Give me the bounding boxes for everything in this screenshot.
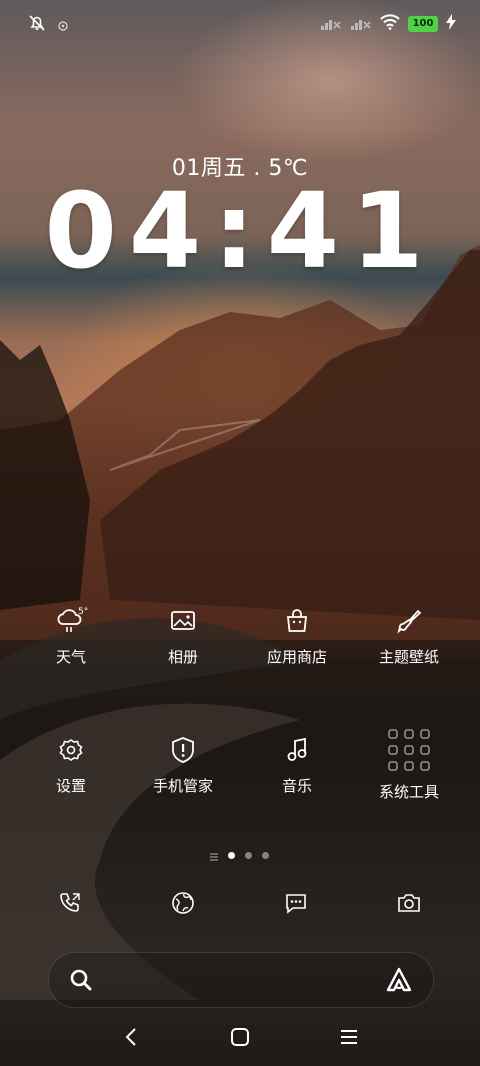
browser-icon[interactable] xyxy=(165,885,201,921)
gallery-icon xyxy=(166,604,200,638)
app-security[interactable]: 手机管家 xyxy=(128,733,238,796)
theme-brush-icon xyxy=(392,604,426,638)
phone-icon[interactable] xyxy=(52,885,88,921)
app-label: 音乐 xyxy=(281,777,312,795)
app-settings[interactable]: 设置 xyxy=(16,733,126,796)
app-system-tools-folder[interactable]: 系统工具 xyxy=(354,722,464,802)
small-status-icon xyxy=(58,16,68,35)
search-bar[interactable] xyxy=(48,952,434,1008)
system-tools-folder-icon xyxy=(381,722,437,778)
page-dot xyxy=(245,852,252,859)
app-gallery[interactable]: 相册 xyxy=(128,604,238,667)
wifi-icon xyxy=(380,14,400,34)
bell-off-icon xyxy=(28,14,46,36)
page-dot xyxy=(262,852,269,859)
weather-icon: 5° xyxy=(54,604,88,638)
music-note-icon xyxy=(280,733,314,767)
navigation-bar xyxy=(0,1022,480,1052)
page-list-icon xyxy=(210,846,218,865)
back-icon[interactable] xyxy=(122,1026,142,1052)
camera-icon[interactable] xyxy=(391,885,427,921)
security-shield-icon xyxy=(166,733,200,767)
app-themes[interactable]: 主题壁纸 xyxy=(354,604,464,667)
app-label: 应用商店 xyxy=(266,648,327,666)
app-label: 相册 xyxy=(167,648,198,666)
battery-icon: 100 xyxy=(408,16,438,32)
page-dot-active xyxy=(228,852,235,859)
app-music[interactable]: 音乐 xyxy=(242,733,352,796)
app-store[interactable]: 应用商店 xyxy=(242,604,352,667)
app-label: 天气 xyxy=(55,648,86,666)
app-label: 设置 xyxy=(55,777,86,795)
search-icon[interactable] xyxy=(69,968,93,996)
home-icon[interactable] xyxy=(229,1026,251,1052)
app-store-icon xyxy=(280,604,314,638)
signal-no-sim-icon xyxy=(350,15,372,34)
menu-icon[interactable] xyxy=(338,1026,360,1052)
assistant-icon[interactable] xyxy=(385,966,413,998)
app-label: 主题壁纸 xyxy=(378,648,439,666)
app-label: 系统工具 xyxy=(378,783,439,801)
page-indicator[interactable] xyxy=(210,846,269,865)
messages-icon[interactable] xyxy=(278,885,314,921)
clock-time: 04:41 xyxy=(44,170,436,292)
app-label: 手机管家 xyxy=(152,777,213,795)
charging-icon xyxy=(446,14,456,34)
app-weather[interactable]: 5° 天气 xyxy=(16,604,126,667)
weather-temp-badge: 5° xyxy=(78,607,88,617)
signal-no-sim-icon xyxy=(320,15,342,34)
status-bar: 100 xyxy=(0,10,480,40)
settings-gear-icon xyxy=(54,733,88,767)
